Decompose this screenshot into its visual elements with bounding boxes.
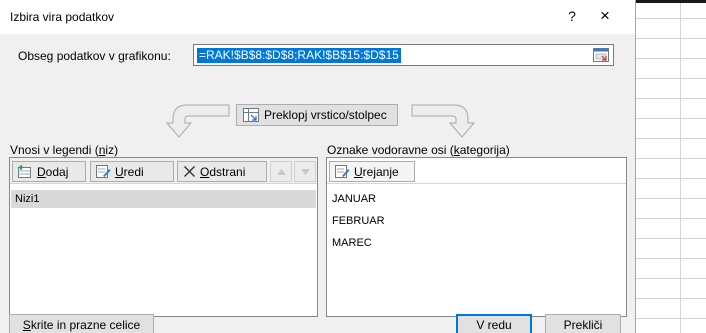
legend-entries-panel: Dodaj Uredi Odstrani Nizi1 xyxy=(9,157,318,317)
move-up-button[interactable] xyxy=(270,161,292,182)
edit-series-button[interactable]: Uredi xyxy=(90,161,174,182)
spreadsheet-background xyxy=(636,0,706,333)
edit-axis-labels-button[interactable]: Urejanje xyxy=(329,161,415,182)
sheet-top-border xyxy=(636,0,706,3)
add-series-button[interactable]: Dodaj xyxy=(12,161,86,182)
switch-row-column-button[interactable]: Preklopj vrstico/stolpec xyxy=(236,104,398,126)
edit-icon xyxy=(335,165,350,178)
hidden-empty-cells-button[interactable]: Skrite in prazne celice xyxy=(9,314,154,333)
axis-labels-label: Oznake vodoravne osi (kategorija) xyxy=(327,143,510,157)
remove-x-icon xyxy=(184,166,195,177)
switch-row-column-label: Preklopj vrstico/stolpec xyxy=(264,108,387,122)
arrow-up-icon xyxy=(276,168,286,175)
remove-series-button[interactable]: Odstrani xyxy=(177,161,267,182)
collapse-dialog-icon[interactable] xyxy=(593,48,609,62)
select-data-source-dialog: Izbira vira podatkov ? × Obseg podatkov … xyxy=(0,0,636,333)
axis-list-item[interactable]: FEBRUAR xyxy=(328,212,385,230)
dialog-title: Izbira vira podatkov xyxy=(10,10,115,24)
switch-row-column-icon xyxy=(243,108,259,122)
chart-range-label: Obseg podatkov v grafikonu: xyxy=(18,49,171,63)
axis-list-item[interactable]: JANUAR xyxy=(328,190,376,208)
arrow-down-icon xyxy=(300,168,310,175)
chart-range-input[interactable]: =RAK!$B$8:$D$8;RAK!$B$15:$D$15 xyxy=(193,44,614,66)
ok-button[interactable]: V redu xyxy=(456,314,532,333)
legend-list-item[interactable]: Nizi1 xyxy=(11,190,316,208)
legend-toolbar: Dodaj Uredi Odstrani xyxy=(10,158,317,184)
add-icon xyxy=(18,165,31,178)
axis-list-item[interactable]: MAREC xyxy=(328,234,372,252)
legend-entries-label: Vnosi v legendi (niz) xyxy=(10,143,119,157)
curved-arrow-right-icon xyxy=(411,104,476,138)
title-bar: Izbira vira podatkov ? × xyxy=(0,0,635,34)
close-button[interactable]: × xyxy=(590,4,620,28)
axis-labels-panel: Urejanje JANUAR FEBRUAR MAREC xyxy=(326,157,627,317)
chart-range-value: =RAK!$B$8:$D$8;RAK!$B$15:$D$15 xyxy=(197,48,401,63)
axis-toolbar: Urejanje xyxy=(327,158,626,184)
help-button[interactable]: ? xyxy=(560,4,584,28)
edit-icon xyxy=(96,165,111,178)
cancel-button[interactable]: Prekliči xyxy=(545,314,621,333)
curved-arrow-left-icon xyxy=(165,104,230,138)
move-down-button[interactable] xyxy=(294,161,316,182)
